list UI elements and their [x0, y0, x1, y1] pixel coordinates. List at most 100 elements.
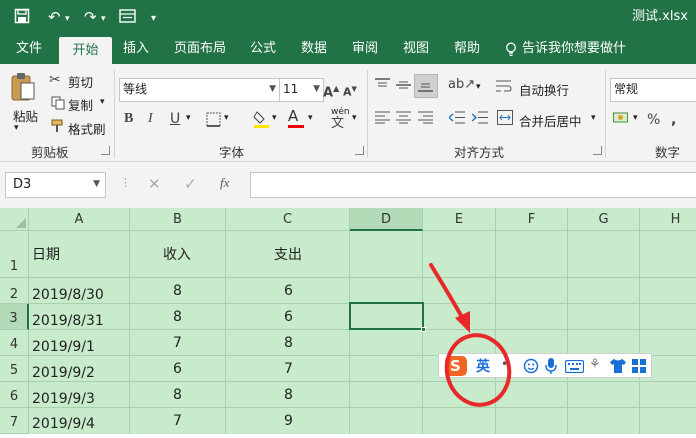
redo-icon[interactable]: ↷ [84, 7, 97, 27]
column-header-c[interactable]: C [226, 208, 350, 231]
font-size-select[interactable]: 11 ▼ [279, 78, 324, 102]
cell-c5[interactable]: 7 [284, 361, 293, 377]
cell-b3[interactable]: 8 [173, 309, 182, 325]
cell-a7[interactable]: 2019/9/4 [32, 416, 95, 432]
cell-a2[interactable]: 2019/8/30 [32, 287, 104, 303]
fill-color-dropdown-icon[interactable]: ▾ [272, 113, 277, 123]
column-header-e[interactable]: E [423, 208, 496, 231]
font-color-dropdown-icon[interactable]: ▾ [308, 113, 313, 123]
decrease-font-icon[interactable]: A▼ [343, 79, 357, 103]
cell-a3[interactable]: 2019/8/31 [32, 313, 104, 329]
redo-dropdown-icon[interactable]: ▾ [101, 9, 106, 29]
merge-center-dropdown-icon[interactable]: ▾ [591, 113, 596, 123]
underline-button[interactable]: U [170, 109, 180, 129]
row-header-3[interactable]: 3 [0, 304, 29, 330]
tab-data[interactable]: 数据 [294, 34, 334, 64]
font-color-icon[interactable]: A [288, 106, 298, 126]
borders-dropdown-icon[interactable]: ▾ [224, 113, 229, 123]
cell-b2[interactable]: 8 [173, 283, 182, 299]
save-icon[interactable] [14, 8, 30, 24]
tab-view[interactable]: 视图 [396, 34, 436, 64]
row-header-1[interactable]: 1 [0, 231, 29, 278]
alignment-launcher-icon[interactable] [593, 146, 602, 155]
microphone-icon[interactable] [544, 357, 558, 375]
cell-a4[interactable]: 2019/9/1 [32, 339, 95, 355]
align-center-icon[interactable] [396, 111, 411, 124]
font-name-select[interactable]: 等线 ▼ [119, 78, 280, 102]
wrap-text-button[interactable]: 自动换行 [519, 80, 569, 99]
cell-c3[interactable]: 6 [284, 309, 293, 325]
increase-font-icon[interactable]: A▲ [323, 79, 339, 103]
comma-style-icon[interactable]: , [671, 110, 676, 130]
row-header-5[interactable]: 5 [0, 356, 29, 382]
tab-insert[interactable]: 插入 [116, 34, 156, 64]
tab-help[interactable]: 帮助 [447, 34, 487, 64]
row-header-6[interactable]: 6 [0, 382, 29, 408]
ime-language-toggle[interactable]: 英 [476, 356, 490, 376]
orientation-dropdown-icon[interactable]: ▾ [476, 82, 481, 92]
merge-center-icon[interactable] [497, 110, 513, 125]
cut-icon[interactable]: ✂ [49, 70, 61, 90]
tab-review[interactable]: 审阅 [345, 34, 385, 64]
accounting-dropdown-icon[interactable]: ▾ [633, 113, 638, 123]
borders-icon[interactable] [206, 112, 221, 127]
tell-me-search[interactable]: 告诉我你想要做什么 [522, 34, 634, 86]
font-launcher-icon[interactable] [355, 146, 364, 155]
smile-icon[interactable] [523, 358, 539, 374]
row-header-4[interactable]: 4 [0, 330, 29, 356]
keyboard-icon[interactable] [565, 360, 584, 373]
align-top-icon[interactable] [375, 78, 390, 92]
column-header-d[interactable]: D [350, 208, 423, 231]
increase-indent-icon[interactable] [472, 111, 488, 124]
row-header-7[interactable]: 7 [0, 408, 29, 434]
cell-c7[interactable]: 9 [284, 413, 293, 429]
column-header-h[interactable]: H [640, 208, 696, 231]
cell-a6[interactable]: 2019/9/3 [32, 391, 95, 407]
percent-button[interactable]: % [647, 110, 660, 130]
bold-button[interactable]: B [124, 109, 133, 129]
clipboard-launcher-icon[interactable] [101, 146, 110, 155]
select-all-button[interactable] [0, 208, 29, 231]
format-painter-button[interactable]: 格式刷 [68, 119, 106, 138]
italic-button[interactable]: I [148, 109, 153, 129]
cell-a1[interactable]: 日期 [32, 244, 60, 264]
fx-icon[interactable]: fx [220, 175, 229, 191]
customize-qat-icon[interactable]: ▾ [151, 9, 156, 29]
cell-b6[interactable]: 8 [173, 387, 182, 403]
number-format-select[interactable]: 常规 [610, 78, 696, 102]
cell-c6[interactable]: 8 [284, 387, 293, 403]
underline-dropdown-icon[interactable]: ▾ [186, 113, 191, 123]
column-header-b[interactable]: B [130, 208, 226, 231]
cell-c1[interactable]: 支出 [274, 244, 302, 264]
cell-c4[interactable]: 8 [284, 335, 293, 351]
name-box[interactable]: D3 ▼ [5, 172, 106, 198]
accounting-format-icon[interactable] [613, 110, 631, 125]
copy-button[interactable]: 复制 [68, 95, 93, 114]
column-header-g[interactable]: G [568, 208, 640, 231]
phonetic-dropdown-icon[interactable]: ▾ [352, 113, 357, 123]
tab-home[interactable]: 开始 [59, 37, 112, 64]
merge-center-button[interactable]: 合并后居中 [519, 111, 582, 130]
align-right-icon[interactable] [418, 111, 433, 124]
undo-icon[interactable]: ↶ [48, 7, 61, 27]
copy-icon[interactable] [51, 96, 65, 110]
wrap-text-icon[interactable] [496, 79, 512, 93]
cell-c2[interactable]: 6 [284, 283, 293, 299]
copy-dropdown-icon[interactable]: ▾ [100, 97, 105, 107]
active-cell-d3[interactable] [349, 302, 424, 330]
punctuation-icon[interactable]: •, [501, 357, 512, 371]
grid-icon[interactable] [632, 359, 646, 373]
shirt-icon[interactable] [609, 358, 627, 374]
format-painter-icon[interactable] [50, 119, 64, 133]
cell-b5[interactable]: 6 [173, 361, 182, 377]
column-header-f[interactable]: F [496, 208, 568, 231]
enter-icon[interactable]: ✓ [184, 175, 197, 193]
undo-dropdown-icon[interactable]: ▾ [65, 9, 70, 29]
tab-formulas[interactable]: 公式 [243, 34, 283, 64]
formula-input[interactable] [250, 172, 696, 198]
fill-color-icon[interactable] [253, 109, 270, 129]
orientation-icon[interactable]: ab↗ [448, 75, 475, 95]
fill-handle[interactable] [421, 327, 426, 332]
row-header-2[interactable]: 2 [0, 278, 29, 304]
sogou-logo-icon[interactable]: S [445, 356, 467, 376]
